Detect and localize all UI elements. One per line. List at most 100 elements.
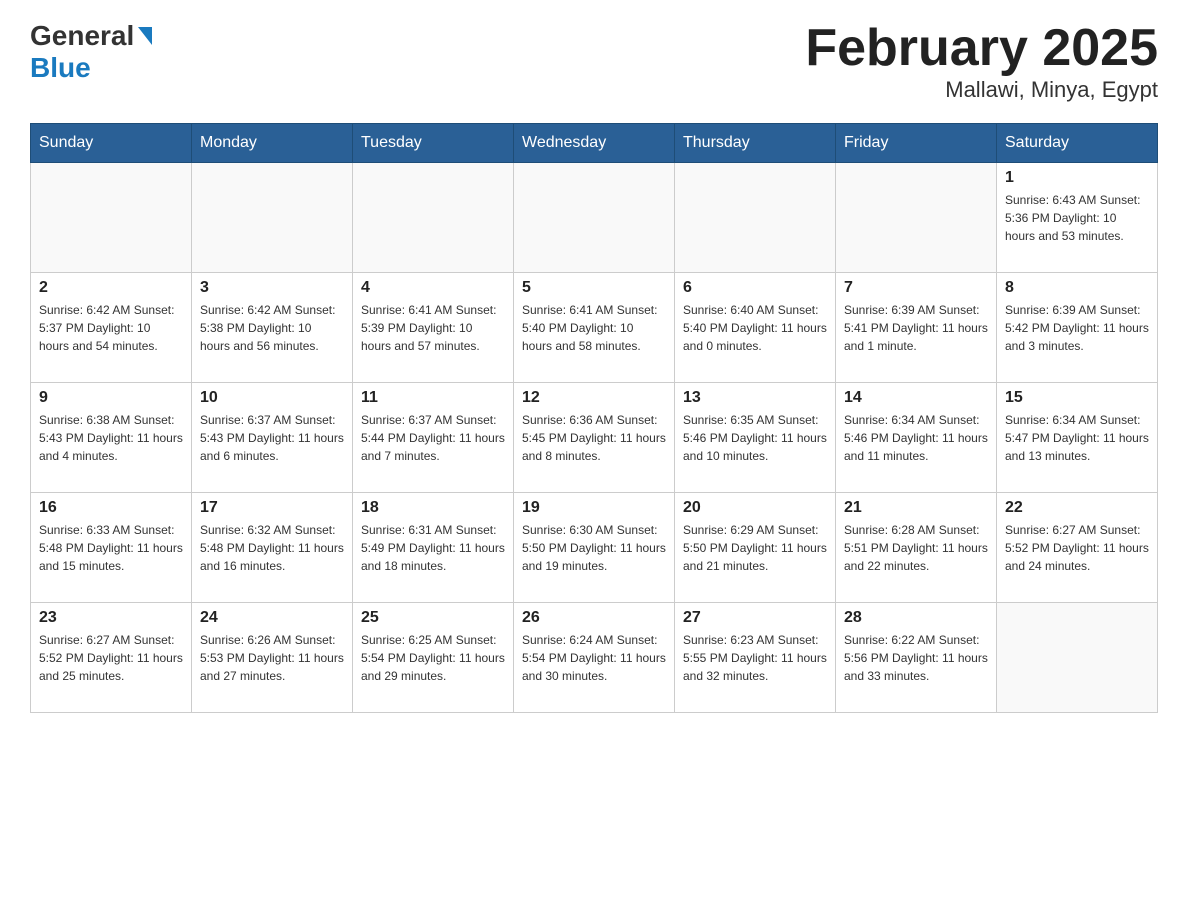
calendar-cell: 4Sunrise: 6:41 AM Sunset: 5:39 PM Daylig… — [353, 273, 514, 383]
calendar-cell: 21 Sunrise: 6:28 AM Sunset: 5:51 PM Dayli… — [836, 493, 997, 603]
calendar-cell — [353, 163, 514, 273]
calendar-cell: 19 Sunrise: 6:30 AM Sunset: 5:50 PM Dayli… — [514, 493, 675, 603]
calendar-cell — [836, 163, 997, 273]
day-number: 6 — [683, 279, 827, 297]
weekday-header-saturday: Saturday — [997, 124, 1158, 163]
calendar-title: February 2025 — [805, 20, 1158, 77]
day-number: 21 — [844, 499, 988, 517]
day-info: Sunrise: 6:40 AM Sunset: 5:40 PM Dayligh… — [683, 301, 827, 355]
calendar-cell: 16 Sunrise: 6:33 AM Sunset: 5:48 PM Dayli… — [31, 493, 192, 603]
day-number: 16 — [39, 499, 183, 517]
day-number: 11 — [361, 389, 505, 407]
day-number: 22 — [1005, 499, 1149, 517]
day-number: 1 — [1005, 169, 1149, 187]
calendar-cell: 5 Sunrise: 6:41 AM Sunset: 5:40 PM Daylig… — [514, 273, 675, 383]
page-header: General Blue February 2025 Mallawi, Miny… — [30, 20, 1158, 103]
calendar-week-row: 2 Sunrise: 6:42 AM Sunset: 5:37 PM Daylig… — [31, 273, 1158, 383]
day-info: Sunrise: 6:33 AM Sunset: 5:48 PM Dayligh… — [39, 521, 183, 575]
day-number: 13 — [683, 389, 827, 407]
weekday-header-sunday: Sunday — [31, 124, 192, 163]
weekday-header-row: SundayMondayTuesdayWednesdayThursdayFrid… — [31, 124, 1158, 163]
calendar-week-row: 9 Sunrise: 6:38 AM Sunset: 5:43 PM Daylig… — [31, 383, 1158, 493]
day-info: Sunrise: 6:23 AM Sunset: 5:55 PM Dayligh… — [683, 631, 827, 685]
calendar-table: SundayMondayTuesdayWednesdayThursdayFrid… — [30, 123, 1158, 713]
calendar-cell — [675, 163, 836, 273]
calendar-cell — [514, 163, 675, 273]
day-number: 15 — [1005, 389, 1149, 407]
day-number: 2 — [39, 279, 183, 297]
calendar-week-row: 23 Sunrise: 6:27 AM Sunset: 5:52 PM Dayli… — [31, 603, 1158, 713]
weekday-header-wednesday: Wednesday — [514, 124, 675, 163]
calendar-cell: 10 Sunrise: 6:37 AM Sunset: 5:43 PM Dayli… — [192, 383, 353, 493]
day-number: 20 — [683, 499, 827, 517]
logo: General Blue — [30, 20, 152, 84]
day-number: 19 — [522, 499, 666, 517]
calendar-cell: 22 Sunrise: 6:27 AM Sunset: 5:52 PM Dayli… — [997, 493, 1158, 603]
calendar-cell: 26Sunrise: 6:24 AM Sunset: 5:54 PM Dayli… — [514, 603, 675, 713]
weekday-header-tuesday: Tuesday — [353, 124, 514, 163]
day-number: 24 — [200, 609, 344, 627]
calendar-subtitle: Mallawi, Minya, Egypt — [805, 77, 1158, 103]
calendar-cell — [31, 163, 192, 273]
day-number: 7 — [844, 279, 988, 297]
day-info: Sunrise: 6:38 AM Sunset: 5:43 PM Dayligh… — [39, 411, 183, 465]
day-info: Sunrise: 6:24 AM Sunset: 5:54 PM Dayligh… — [522, 631, 666, 685]
day-number: 25 — [361, 609, 505, 627]
day-number: 9 — [39, 389, 183, 407]
day-info: Sunrise: 6:25 AM Sunset: 5:54 PM Dayligh… — [361, 631, 505, 685]
day-info: Sunrise: 6:28 AM Sunset: 5:51 PM Dayligh… — [844, 521, 988, 575]
calendar-cell: 6 Sunrise: 6:40 AM Sunset: 5:40 PM Daylig… — [675, 273, 836, 383]
day-info: Sunrise: 6:37 AM Sunset: 5:44 PM Dayligh… — [361, 411, 505, 465]
calendar-cell — [997, 603, 1158, 713]
day-info: Sunrise: 6:37 AM Sunset: 5:43 PM Dayligh… — [200, 411, 344, 465]
day-info: Sunrise: 6:41 AM Sunset: 5:40 PM Dayligh… — [522, 301, 666, 355]
calendar-title-block: February 2025 Mallawi, Minya, Egypt — [805, 20, 1158, 103]
calendar-week-row: 16 Sunrise: 6:33 AM Sunset: 5:48 PM Dayli… — [31, 493, 1158, 603]
day-info: Sunrise: 6:42 AM Sunset: 5:37 PM Dayligh… — [39, 301, 183, 355]
calendar-cell: 28Sunrise: 6:22 AM Sunset: 5:56 PM Dayli… — [836, 603, 997, 713]
weekday-header-thursday: Thursday — [675, 124, 836, 163]
calendar-cell: 18 Sunrise: 6:31 AM Sunset: 5:49 PM Dayli… — [353, 493, 514, 603]
logo-general-text: General — [30, 20, 134, 52]
day-number: 10 — [200, 389, 344, 407]
day-info: Sunrise: 6:34 AM Sunset: 5:47 PM Dayligh… — [1005, 411, 1149, 465]
day-info: Sunrise: 6:39 AM Sunset: 5:41 PM Dayligh… — [844, 301, 988, 355]
calendar-cell — [192, 163, 353, 273]
day-number: 28 — [844, 609, 988, 627]
day-info: Sunrise: 6:39 AM Sunset: 5:42 PM Dayligh… — [1005, 301, 1149, 355]
day-info: Sunrise: 6:30 AM Sunset: 5:50 PM Dayligh… — [522, 521, 666, 575]
calendar-cell: 20 Sunrise: 6:29 AM Sunset: 5:50 PM Dayli… — [675, 493, 836, 603]
calendar-cell: 3 Sunrise: 6:42 AM Sunset: 5:38 PM Daylig… — [192, 273, 353, 383]
day-number: 14 — [844, 389, 988, 407]
calendar-cell: 17Sunrise: 6:32 AM Sunset: 5:48 PM Dayli… — [192, 493, 353, 603]
day-number: 23 — [39, 609, 183, 627]
weekday-header-friday: Friday — [836, 124, 997, 163]
day-info: Sunrise: 6:27 AM Sunset: 5:52 PM Dayligh… — [39, 631, 183, 685]
calendar-cell: 15 Sunrise: 6:34 AM Sunset: 5:47 PM Dayli… — [997, 383, 1158, 493]
day-info: Sunrise: 6:26 AM Sunset: 5:53 PM Dayligh… — [200, 631, 344, 685]
day-number: 18 — [361, 499, 505, 517]
calendar-cell: 14 Sunrise: 6:34 AM Sunset: 5:46 PM Dayli… — [836, 383, 997, 493]
calendar-cell: 23 Sunrise: 6:27 AM Sunset: 5:52 PM Dayli… — [31, 603, 192, 713]
day-number: 17 — [200, 499, 344, 517]
day-info: Sunrise: 6:43 AM Sunset: 5:36 PM Dayligh… — [1005, 191, 1149, 245]
calendar-cell: 9 Sunrise: 6:38 AM Sunset: 5:43 PM Daylig… — [31, 383, 192, 493]
day-number: 8 — [1005, 279, 1149, 297]
calendar-cell: 8 Sunrise: 6:39 AM Sunset: 5:42 PM Daylig… — [997, 273, 1158, 383]
day-number: 3 — [200, 279, 344, 297]
calendar-cell: 24 Sunrise: 6:26 AM Sunset: 5:53 PM Dayli… — [192, 603, 353, 713]
day-info: Sunrise: 6:35 AM Sunset: 5:46 PM Dayligh… — [683, 411, 827, 465]
calendar-cell: 12 Sunrise: 6:36 AM Sunset: 5:45 PM Dayli… — [514, 383, 675, 493]
calendar-cell: 25 Sunrise: 6:25 AM Sunset: 5:54 PM Dayli… — [353, 603, 514, 713]
day-info: Sunrise: 6:31 AM Sunset: 5:49 PM Dayligh… — [361, 521, 505, 575]
day-info: Sunrise: 6:29 AM Sunset: 5:50 PM Dayligh… — [683, 521, 827, 575]
day-info: Sunrise: 6:27 AM Sunset: 5:52 PM Dayligh… — [1005, 521, 1149, 575]
logo-blue-text: Blue — [30, 52, 91, 83]
day-info: Sunrise: 6:36 AM Sunset: 5:45 PM Dayligh… — [522, 411, 666, 465]
day-number: 12 — [522, 389, 666, 407]
day-info: Sunrise: 6:34 AM Sunset: 5:46 PM Dayligh… — [844, 411, 988, 465]
calendar-cell: 13 Sunrise: 6:35 AM Sunset: 5:46 PM Dayli… — [675, 383, 836, 493]
day-number: 5 — [522, 279, 666, 297]
day-info: Sunrise: 6:41 AM Sunset: 5:39 PM Dayligh… — [361, 301, 505, 355]
day-info: Sunrise: 6:42 AM Sunset: 5:38 PM Dayligh… — [200, 301, 344, 355]
